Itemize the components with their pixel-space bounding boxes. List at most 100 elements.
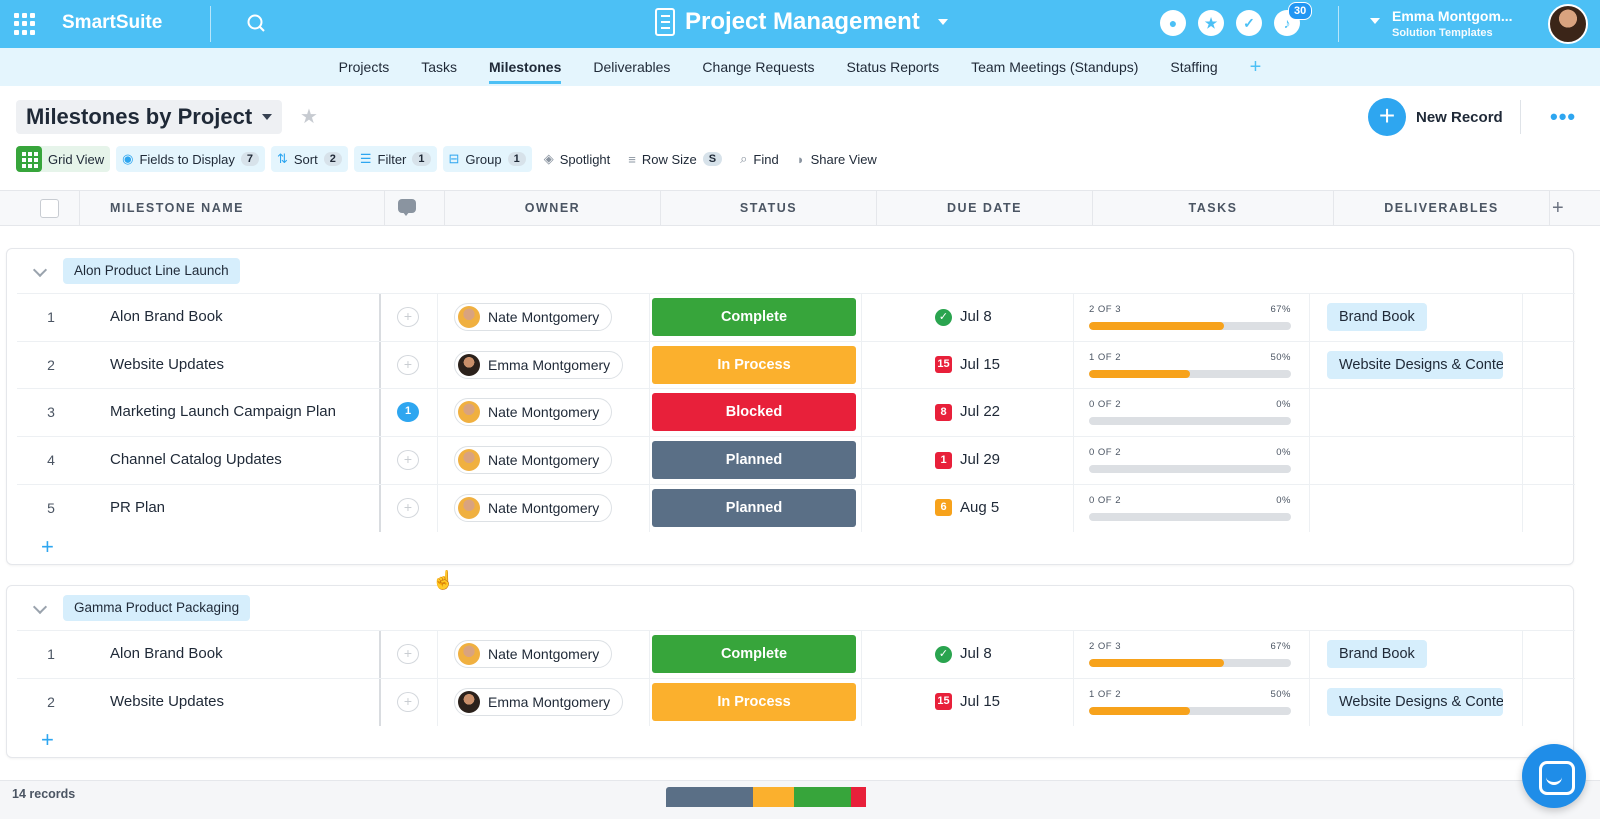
owner-chip[interactable]: Nate Montgomery bbox=[454, 640, 613, 668]
tab-status-reports[interactable]: Status Reports bbox=[831, 48, 956, 86]
add-comment-icon[interactable]: + bbox=[397, 307, 419, 327]
star-icon[interactable]: ★ bbox=[1198, 10, 1224, 36]
status-summary-segment[interactable] bbox=[851, 787, 866, 807]
milestone-name[interactable]: Website Updates bbox=[110, 342, 224, 388]
add-comment-icon[interactable]: + bbox=[397, 354, 419, 375]
favorite-star-icon[interactable]: ★ bbox=[300, 104, 318, 129]
group-header[interactable]: Gamma Product Packaging bbox=[7, 586, 1573, 630]
tab-team-meetings-standups[interactable]: Team Meetings (Standups) bbox=[955, 48, 1154, 86]
table-row[interactable]: 5 PR Plan + Nate Montgomery Planned 6 Aug 5 0 O… bbox=[17, 483, 1575, 532]
status-badge[interactable]: Complete bbox=[652, 298, 856, 336]
table-row[interactable]: 1 Alon Brand Book + Nate Montgomery Complete… bbox=[17, 293, 1575, 341]
comment-count-icon[interactable]: 1 bbox=[397, 402, 419, 423]
status-badge[interactable]: Planned bbox=[652, 441, 856, 480]
group-button[interactable]: ⊟ Group 1 bbox=[442, 146, 532, 172]
tab-milestones[interactable]: Milestones bbox=[473, 48, 577, 86]
milestone-name[interactable]: Marketing Launch Campaign Plan bbox=[110, 389, 336, 435]
status-badge[interactable]: Planned bbox=[652, 488, 856, 527]
chat-support-icon[interactable] bbox=[1522, 744, 1586, 808]
deliverable-tag[interactable]: Website Designs & Content bbox=[1327, 687, 1503, 716]
column-milestone-name[interactable]: MILESTONE NAME bbox=[80, 191, 385, 225]
milestone-name[interactable]: Website Updates bbox=[110, 679, 224, 725]
check-icon[interactable]: ✓ bbox=[1236, 10, 1262, 36]
deliverable-tag[interactable]: Brand Book bbox=[1327, 303, 1427, 331]
tasks-progress[interactable]: 0 OF 2 0% bbox=[1089, 495, 1291, 521]
team-icon[interactable]: ● bbox=[1160, 10, 1186, 36]
due-date[interactable]: ✓ Jul 8 bbox=[935, 294, 992, 340]
owner-chip[interactable]: Nate Montgomery bbox=[454, 398, 613, 427]
tab-staffing[interactable]: Staffing bbox=[1154, 48, 1233, 86]
chevron-down-icon[interactable] bbox=[1370, 18, 1380, 24]
tab-tasks[interactable]: Tasks bbox=[405, 48, 473, 86]
due-date[interactable]: 15 Jul 15 bbox=[935, 342, 1000, 388]
view-selector[interactable]: Milestones by Project bbox=[16, 100, 283, 134]
column-tasks[interactable]: TASKS bbox=[1093, 191, 1334, 225]
select-all-checkbox[interactable] bbox=[40, 199, 59, 218]
add-row-icon[interactable]: + bbox=[41, 534, 54, 560]
status-summary-segment[interactable] bbox=[752, 787, 794, 807]
table-row[interactable]: 3 Marketing Launch Campaign Plan 1 Nate Mon… bbox=[17, 388, 1575, 437]
spotlight-button[interactable]: ◈ Spotlight bbox=[538, 146, 617, 172]
status-badge[interactable]: Blocked bbox=[652, 393, 856, 432]
column-owner[interactable]: OWNER bbox=[445, 191, 661, 225]
tab-deliverables[interactable]: Deliverables bbox=[577, 48, 686, 86]
group-header[interactable]: Alon Product Line Launch bbox=[7, 249, 1573, 293]
add-comment-icon[interactable]: + bbox=[397, 644, 419, 664]
deliverable-tag[interactable]: Website Designs & Content bbox=[1327, 350, 1503, 379]
apps-grid-icon[interactable] bbox=[14, 13, 36, 35]
bell-icon[interactable]: ♪ 30 bbox=[1274, 2, 1313, 36]
sort-button[interactable]: ⇅ Sort 2 bbox=[270, 146, 348, 172]
status-badge[interactable]: Complete bbox=[652, 635, 856, 673]
table-row[interactable]: 4 Channel Catalog Updates + Nate Montgomery… bbox=[17, 436, 1575, 485]
add-column-icon[interactable]: + bbox=[1552, 191, 1564, 225]
user-name[interactable]: Emma Montgom... bbox=[1392, 8, 1513, 24]
add-comment-icon[interactable]: + bbox=[397, 497, 419, 518]
add-comment-icon[interactable]: + bbox=[397, 691, 419, 712]
due-date[interactable]: 1 Jul 29 bbox=[935, 437, 1000, 483]
avatar[interactable] bbox=[1548, 4, 1588, 44]
add-row-icon[interactable]: + bbox=[41, 727, 54, 753]
deliverable-tag[interactable]: Brand Book bbox=[1327, 640, 1427, 668]
column-due-date[interactable]: DUE DATE bbox=[877, 191, 1093, 225]
tasks-progress[interactable]: 2 OF 3 67% bbox=[1089, 641, 1291, 667]
table-row[interactable]: 2 Website Updates + Emma Montgomery In Proce… bbox=[17, 677, 1575, 726]
status-summary-segment[interactable] bbox=[793, 787, 852, 807]
new-record-button[interactable]: + New Record bbox=[1368, 98, 1503, 136]
search-icon[interactable] bbox=[245, 12, 267, 34]
status-badge[interactable]: In Process bbox=[652, 682, 856, 721]
solution-switcher[interactable]: Project Management bbox=[655, 8, 948, 36]
owner-chip[interactable]: Emma Montgomery bbox=[454, 350, 624, 379]
table-row[interactable]: 2 Website Updates + Emma Montgomery In Proce… bbox=[17, 340, 1575, 389]
chevron-down-icon[interactable] bbox=[32, 599, 48, 615]
milestone-name[interactable]: Channel Catalog Updates bbox=[110, 437, 282, 483]
table-row[interactable]: 1 Alon Brand Book + Nate Montgomery Complete… bbox=[17, 630, 1575, 678]
due-date[interactable]: 6 Aug 5 bbox=[935, 485, 999, 531]
tasks-progress[interactable]: 0 OF 2 0% bbox=[1089, 399, 1291, 426]
add-comment-icon[interactable]: + bbox=[397, 450, 419, 471]
tab-change-requests[interactable]: Change Requests bbox=[686, 48, 830, 86]
column-deliverables[interactable]: DELIVERABLES bbox=[1334, 191, 1550, 225]
tasks-progress[interactable]: 0 OF 2 0% bbox=[1089, 447, 1291, 474]
fields-button[interactable]: ◉ Fields to Display 7 bbox=[116, 146, 265, 172]
find-button[interactable]: ⌕ Find bbox=[734, 146, 785, 172]
tab-projects[interactable]: Projects bbox=[323, 48, 406, 86]
tasks-progress[interactable]: 1 OF 2 50% bbox=[1089, 352, 1291, 378]
owner-chip[interactable]: Nate Montgomery bbox=[454, 303, 613, 331]
more-options-icon[interactable]: ••• bbox=[1550, 104, 1576, 130]
column-status[interactable]: STATUS bbox=[661, 191, 877, 225]
due-date[interactable]: 15 Jul 15 bbox=[935, 679, 1000, 725]
due-date[interactable]: 8 Jul 22 bbox=[935, 389, 1000, 435]
status-badge[interactable]: In Process bbox=[652, 345, 856, 384]
owner-chip[interactable]: Emma Montgomery bbox=[454, 687, 624, 716]
tasks-progress[interactable]: 1 OF 2 50% bbox=[1089, 689, 1291, 715]
milestone-name[interactable]: PR Plan bbox=[110, 485, 165, 531]
row-size-button[interactable]: ≡ Row Size S bbox=[622, 146, 728, 172]
status-summary-segment[interactable] bbox=[666, 787, 753, 807]
grid-view-button[interactable]: Grid View bbox=[16, 146, 111, 172]
filter-button[interactable]: ☰ Filter 1 bbox=[353, 146, 437, 172]
milestone-name[interactable]: Alon Brand Book bbox=[110, 294, 223, 340]
milestone-name[interactable]: Alon Brand Book bbox=[110, 631, 223, 677]
brand-name[interactable]: SmartSuite bbox=[62, 12, 162, 34]
chevron-down-icon[interactable] bbox=[32, 262, 48, 278]
status-summary-bar[interactable] bbox=[666, 787, 872, 807]
